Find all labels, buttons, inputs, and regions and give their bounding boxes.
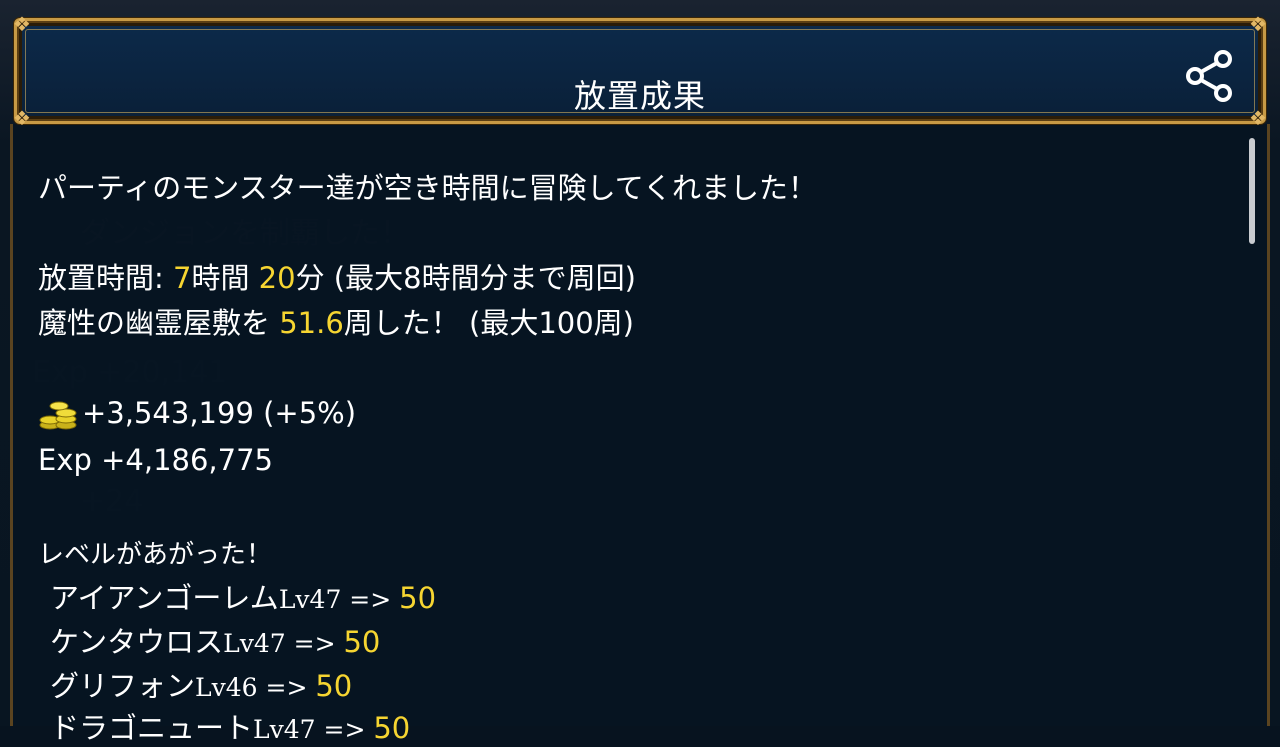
level-up-item: グリフォンLv46 => 50: [50, 663, 352, 705]
monster-name: ドラゴニュート: [50, 711, 254, 745]
level-up-item: ドラゴニュートLv47 => 50: [50, 705, 410, 747]
dungeon-prefix: 魔性の幽霊屋敷を: [38, 306, 280, 340]
gold-amount: +3,543,199 (+5%): [82, 396, 357, 430]
monster-level: Lv46 =>: [195, 673, 316, 702]
exp-reward: Exp +4,186,775: [38, 443, 274, 477]
share-button[interactable]: [1183, 49, 1237, 103]
monster-name: アイアンゴーレム: [50, 581, 279, 615]
monster-new-level: 50: [399, 581, 437, 615]
monster-name: ケンタウロス: [50, 625, 224, 659]
monster-level: Lv47 =>: [253, 715, 374, 744]
monster-name: グリフォン: [50, 669, 196, 703]
ornament-icon: ❖: [1249, 12, 1267, 36]
idle-minutes: 20: [258, 261, 296, 295]
scrollbar[interactable]: [1249, 138, 1255, 244]
monster-level: Lv47 =>: [278, 585, 400, 614]
gold-coins-icon: [39, 401, 77, 430]
idle-hours-unit: 時間: [191, 261, 259, 295]
idle-time-label: 放置時間:: [38, 261, 173, 295]
idle-time-line: 放置時間: 7時間 20分 (最大8時間分まで周回): [38, 255, 636, 297]
dungeon-laps: 51.6: [279, 306, 344, 340]
idle-minutes-unit: 分: [295, 261, 325, 295]
gold-reward-line: +3,543,199 (+5%): [38, 396, 356, 433]
level-up-item: アイアンゴーレムLv47 => 50: [50, 575, 436, 617]
idle-hours: 7: [173, 261, 192, 295]
ornament-icon: ❖: [13, 12, 31, 36]
level-up-heading: レベルがあがった！: [38, 540, 273, 570]
level-up-item: ケンタウロスLv47 => 50: [50, 619, 380, 661]
intro-text: パーティのモンスター達が空き時間に冒険してくれました！: [38, 171, 817, 205]
dungeon-line: 魔性の幽霊屋敷を 51.6周した！ (最大100周): [38, 300, 634, 342]
share-icon: [1186, 50, 1232, 102]
idle-time-note: (最大8時間分まで周回): [324, 261, 636, 295]
monster-new-level: 50: [373, 711, 411, 745]
monster-new-level: 50: [315, 669, 353, 703]
monster-level: Lv47 =>: [223, 629, 344, 658]
dungeon-suffix: 周した！ (最大100周): [343, 306, 634, 340]
monster-new-level: 50: [343, 625, 381, 659]
dialog-title: 放置成果: [573, 77, 706, 115]
dialog-header: ❖ ❖ ❖ ❖ 放置成果: [13, 13, 1267, 129]
